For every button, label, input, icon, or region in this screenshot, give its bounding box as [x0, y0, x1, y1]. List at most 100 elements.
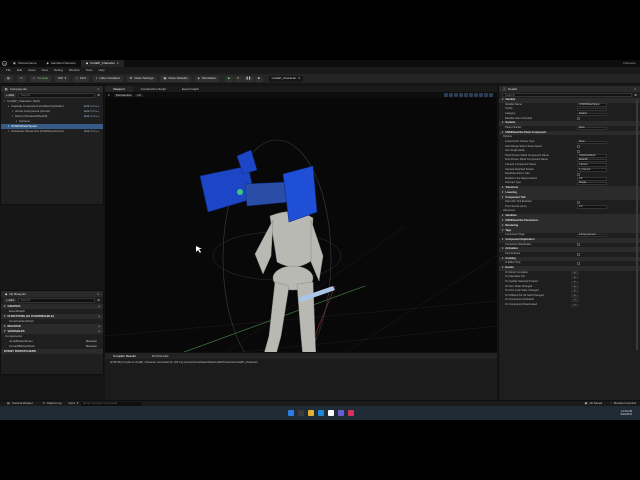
property-label: Options [503, 135, 512, 139]
find-button[interactable]: ⌕ Find [73, 75, 89, 82]
event-dispatchers-header[interactable]: EVENT DISPATCHERS [1, 349, 103, 354]
file-explorer-icon[interactable] [308, 410, 314, 416]
cmd-select[interactable]: Cmd ▾ [68, 402, 78, 405]
property-value-field[interactable]: UNSPARaterSpace [577, 103, 607, 107]
property-checkbox[interactable] [577, 172, 580, 176]
property-label: Camera Component Name [505, 162, 536, 166]
property-value-field[interactable]: Default [577, 113, 607, 117]
details-search-input[interactable]: Search [502, 93, 633, 97]
chevron-down-icon: ▾ [502, 121, 504, 125]
close-icon[interactable]: × [117, 62, 119, 65]
property-checkbox[interactable] [577, 262, 580, 266]
debug-object-select[interactable]: UnAEP_Character ▾ [268, 75, 303, 82]
menu-asset[interactable]: Asset [28, 69, 36, 72]
tab-unaep-character[interactable]: ◆ UnAEP_Character × [80, 60, 124, 67]
edit-in-cpp-link[interactable]: Edit in C++ [84, 115, 99, 118]
property-checkbox[interactable] [577, 201, 580, 205]
add-icon[interactable]: + [98, 305, 100, 308]
property-checkbox[interactable] [577, 145, 580, 149]
property-checkbox[interactable] [577, 117, 580, 121]
close-icon[interactable]: × [97, 292, 99, 296]
add-icon[interactable]: + [98, 325, 100, 328]
compile-button[interactable]: ✔ Compile [29, 75, 52, 82]
add-event-button[interactable]: + [571, 294, 579, 298]
class-defaults-button[interactable]: ▦ Class Defaults [160, 75, 191, 82]
components-search-input[interactable]: Search [17, 93, 96, 98]
property-value-field[interactable]: Mesh1P [577, 159, 607, 163]
simulation-button[interactable]: ◈ Simulation [194, 75, 219, 82]
property-value-field[interactable]: None [577, 127, 607, 131]
blueprint-search-input[interactable]: Search [17, 298, 96, 303]
property-checkbox[interactable] [577, 149, 580, 153]
menu-tools[interactable]: Tools [86, 69, 93, 72]
revision-control-button[interactable]: ◔ Revision Control [610, 402, 636, 405]
clock[interactable]: 12:39 AM 5/24/2024 [620, 410, 632, 417]
diff-button[interactable]: Diff ▾ [55, 75, 70, 82]
add-event-button[interactable]: + [571, 299, 579, 303]
settings-icon[interactable]: ⚙ [97, 299, 100, 302]
class-settings-button[interactable]: ⚙ Class Settings [126, 75, 157, 82]
menu-file[interactable]: File [6, 69, 11, 72]
recorder-icon[interactable] [348, 410, 354, 416]
console-command-input[interactable]: Enter Console Command [81, 401, 142, 406]
tab-find-results[interactable]: Find Results [144, 353, 177, 359]
section-label: VARIABLES [7, 329, 25, 333]
menu-debug[interactable]: Debug [54, 69, 63, 72]
stop-button[interactable]: ■ [254, 75, 263, 82]
app-icon[interactable] [338, 410, 344, 416]
blueprint-add-button[interactable]: + Add [4, 298, 16, 303]
play-button[interactable]: ▶ [224, 75, 234, 82]
tab-shootergame[interactable]: ▣ ShooterGame [8, 60, 42, 67]
add-icon[interactable]: + [98, 315, 100, 318]
property-value-field[interactable]: CharacterMesh [577, 154, 607, 158]
add-component-button[interactable]: + Add [4, 93, 16, 98]
tab-sandboxcharacter[interactable]: ◆ SandboxCharacter [42, 60, 81, 67]
property-value-field[interactable]: Camera [577, 163, 607, 167]
edit-in-cpp-link[interactable]: Edit in C++ [84, 105, 99, 108]
property-value-field[interactable]: 0 Array element [577, 234, 607, 238]
close-icon[interactable]: × [97, 87, 99, 91]
add-event-button[interactable]: + [571, 281, 579, 285]
chevron-down-icon: ▾ [4, 304, 6, 308]
output-log-button[interactable]: ≡ Output Log [40, 402, 65, 405]
property-checkbox[interactable] [577, 243, 580, 247]
content-drawer-button[interactable]: ▤ Content Drawer [4, 402, 36, 405]
property-value-field[interactable]: 0.0 [577, 177, 607, 181]
add-event-button[interactable]: + [571, 290, 579, 294]
play-options-button[interactable]: ▾ [234, 75, 242, 82]
save-button[interactable]: ▤ [4, 75, 13, 82]
unreal-editor-icon[interactable] [328, 410, 334, 416]
property-checkbox[interactable] [577, 252, 580, 256]
property-value-field[interactable]: None [577, 140, 607, 144]
add-event-button[interactable]: + [571, 276, 579, 280]
section-label: MACROS [7, 324, 21, 328]
browse-button[interactable]: ▭ [16, 75, 26, 82]
details-scrollbar[interactable] [636, 100, 638, 350]
edge-icon[interactable] [318, 410, 324, 416]
tab-compiler-results[interactable]: Compiler Results [105, 353, 144, 359]
edit-in-cpp-link[interactable]: Edit in C++ [84, 130, 99, 133]
close-icon[interactable]: × [634, 87, 636, 91]
component-tree-item[interactable]: ▪ Character Movement (CharMoveComp) Edit i… [1, 129, 103, 134]
property-value-field[interactable]: Simple [577, 182, 607, 186]
add-event-button[interactable]: + [571, 285, 579, 289]
settings-icon[interactable]: ⚙ [97, 94, 100, 97]
all-saved-indicator[interactable]: ▣ All Saved [585, 402, 603, 405]
start-icon[interactable] [288, 410, 294, 416]
chevron-down-icon: ▾ [64, 76, 67, 80]
property-value-field[interactable]: 0.0 [577, 205, 607, 209]
add-event-button[interactable]: + [571, 304, 579, 308]
property-value-field[interactable] [577, 107, 607, 112]
menu-view[interactable]: View [42, 69, 48, 72]
search-icon[interactable] [298, 410, 304, 416]
pause-button[interactable]: ❚❚ [242, 75, 254, 82]
add-event-button[interactable]: + [571, 271, 579, 275]
hide-unrelated-button[interactable]: ◐ Hide Unrelated [92, 75, 123, 82]
menu-edit[interactable]: Edit [17, 69, 22, 72]
menu-help[interactable]: Help [99, 69, 105, 72]
property-value-field[interactable]: ft_Camera [577, 168, 607, 172]
add-icon[interactable]: + [98, 330, 100, 333]
settings-icon[interactable]: ⚙ [634, 93, 637, 97]
menu-window[interactable]: Window [69, 69, 80, 72]
edit-in-cpp-link[interactable]: Edit in C++ [84, 110, 99, 113]
